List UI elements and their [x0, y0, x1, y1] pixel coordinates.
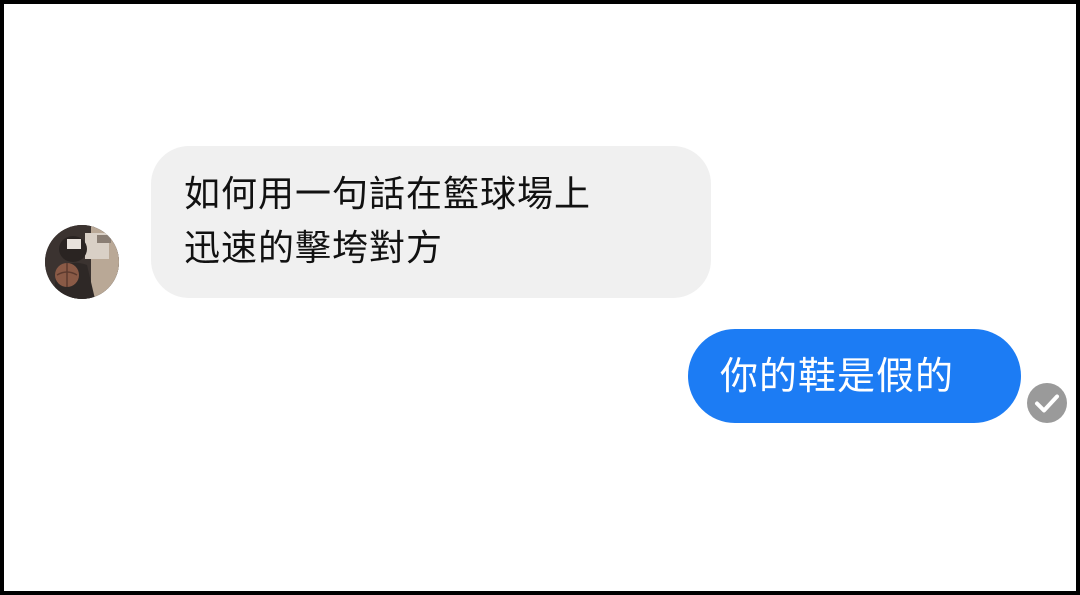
- outgoing-message-text: 你的鞋是假的: [720, 354, 955, 398]
- outgoing-message-bubble[interactable]: 你的鞋是假的: [688, 329, 1021, 423]
- incoming-message-line: 迅速的擊垮對方: [184, 228, 444, 269]
- contact-avatar[interactable]: [45, 225, 119, 299]
- incoming-message-bubble[interactable]: 如何用一句話在籃球場上 迅速的擊垮對方: [151, 146, 711, 298]
- checkmark-circle-icon: [1026, 382, 1068, 424]
- incoming-message-line: 如何用一句話在籃球場上: [184, 174, 592, 215]
- avatar-photo: [45, 225, 119, 299]
- chat-screenshot-frame: 如何用一句話在籃球場上 迅速的擊垮對方 你的鞋是假的: [0, 0, 1080, 595]
